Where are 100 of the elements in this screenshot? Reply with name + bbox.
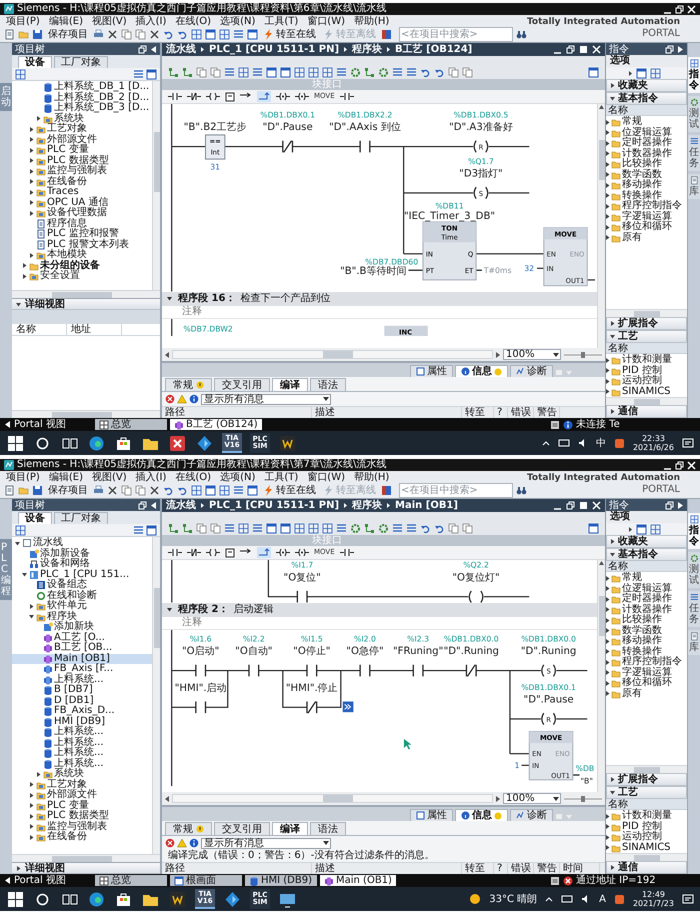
inspector-tab[interactable]: 属性 xyxy=(410,365,453,377)
list-icon[interactable] xyxy=(233,29,244,40)
collapsed-arrow-icon[interactable] xyxy=(28,157,35,164)
tree-item[interactable]: 上料系统_DB_2 [D... xyxy=(12,92,152,103)
breadcrumb-item[interactable]: PLC_1 [CPU 1511-1 PN] xyxy=(209,500,340,511)
instruction-folder[interactable]: 原有 xyxy=(606,688,687,699)
instruction-folder[interactable]: 计数器操作 xyxy=(606,148,687,159)
instruction-folder[interactable]: 字逻辑运算 xyxy=(606,668,687,678)
window-icon[interactable] xyxy=(280,522,291,534)
tree-item[interactable]: 监控与强制表 xyxy=(12,822,152,832)
section-header[interactable]: 收藏夹 xyxy=(606,79,687,92)
up-arrow-icon[interactable] xyxy=(598,560,605,566)
instruction-folder[interactable]: 移位和循环 xyxy=(606,678,687,688)
section-header[interactable]: 工艺 xyxy=(606,786,687,799)
tree-item[interactable]: 外部源文件 xyxy=(12,134,152,145)
tree-item[interactable]: PLC 变量 xyxy=(12,145,152,156)
breadcrumb-item[interactable]: Main [OB1] xyxy=(395,500,458,511)
sun-icon[interactable] xyxy=(469,893,482,905)
chevron-up-icon[interactable] xyxy=(542,440,550,446)
restore-icon[interactable] xyxy=(675,4,684,14)
side-tab[interactable]: 库 xyxy=(688,630,700,655)
save-project-button[interactable]: 保存项目 xyxy=(46,28,90,41)
horizontal-scrollbar[interactable] xyxy=(606,853,687,861)
window-icon[interactable] xyxy=(266,522,277,534)
gear-icon[interactable] xyxy=(350,522,361,534)
portal-view-button[interactable]: Portal 视图 xyxy=(4,875,92,886)
instruction-folder[interactable]: SINAMICS xyxy=(606,842,687,853)
collapse-arrow-icon[interactable] xyxy=(150,44,157,54)
coil-icon[interactable] xyxy=(295,548,309,557)
menu-item[interactable]: 插入(I) xyxy=(136,16,166,26)
section-header[interactable]: 通信 xyxy=(606,405,687,418)
list-icon[interactable] xyxy=(224,66,235,78)
side-tab[interactable]: 指令 xyxy=(688,513,700,549)
window-icon[interactable] xyxy=(247,485,258,496)
side-tab[interactable]: 任务 xyxy=(688,135,700,171)
tree-item[interactable]: 在线备份 xyxy=(12,832,152,842)
tree-item[interactable]: 添加新块 xyxy=(12,622,152,632)
horizontal-scrollbar[interactable] xyxy=(606,765,687,773)
expanded-arrow-icon[interactable] xyxy=(166,606,173,613)
tree-item[interactable]: OPC UA 通信 xyxy=(12,198,152,208)
panel-tab[interactable]: 工厂对象 xyxy=(54,56,108,68)
coil-icon[interactable] xyxy=(276,548,290,557)
message-tab[interactable]: 交叉引用 xyxy=(214,378,270,391)
editor-tab[interactable]: HMI (DB9) xyxy=(245,875,317,886)
instruction-folder[interactable]: 比较操作 xyxy=(606,159,687,170)
dark-app-icon[interactable] xyxy=(168,890,187,908)
copy-icon[interactable] xyxy=(448,66,459,78)
collapsed-arrow-icon[interactable] xyxy=(609,320,616,327)
instruction-folder[interactable]: 程序控制指令 xyxy=(606,657,687,668)
section-header[interactable]: 扩展指令 xyxy=(606,773,687,786)
tree-item[interactable]: A工艺 [O... xyxy=(12,632,152,643)
breadcrumb-item[interactable]: B工艺 [OB124] xyxy=(395,44,472,55)
collapsed-arrow-icon[interactable] xyxy=(28,802,35,810)
restore-icon[interactable] xyxy=(665,44,674,54)
dark-app-icon[interactable] xyxy=(278,434,297,452)
copy-icon[interactable] xyxy=(121,485,132,496)
instruction-folder[interactable]: 程序控制指令 xyxy=(606,201,687,212)
tree-item[interactable]: 上料系统... xyxy=(12,748,152,758)
instruction-folder[interactable]: 计数和测量 xyxy=(606,355,687,366)
contact-icon[interactable] xyxy=(340,92,354,101)
instruction-folder[interactable]: 数学函数 xyxy=(606,626,687,636)
nc-contact-icon[interactable] xyxy=(187,548,201,557)
window-icon[interactable] xyxy=(588,522,599,534)
copy-icon[interactable] xyxy=(196,66,207,78)
cross-icon[interactable] xyxy=(107,29,118,40)
undo-arrow-icon[interactable] xyxy=(177,29,188,40)
input-method-indicator[interactable]: 中 xyxy=(596,438,606,448)
grid-icon[interactable] xyxy=(308,66,319,78)
cross-icon[interactable] xyxy=(107,485,118,496)
zoom-dropdown[interactable]: 100% xyxy=(503,349,561,360)
tree-item[interactable]: 工艺对象 xyxy=(12,780,152,790)
gear-icon[interactable] xyxy=(378,522,389,534)
menu-item[interactable]: 工具(T) xyxy=(264,16,298,26)
inspector-tab[interactable]: 属性 xyxy=(410,809,453,821)
grid-icon[interactable] xyxy=(191,485,202,496)
grid-icon[interactable] xyxy=(650,524,661,534)
collapsed-arrow-icon[interactable] xyxy=(28,792,35,799)
horizontal-scrollbar[interactable] xyxy=(12,290,160,298)
instruction-folder[interactable]: 运动控制 xyxy=(606,832,687,842)
grid-icon[interactable] xyxy=(15,524,26,536)
list-icon[interactable] xyxy=(392,66,403,78)
collapsed-arrow-icon[interactable] xyxy=(28,252,35,259)
vertical-scrollbar[interactable] xyxy=(152,537,160,854)
horizontal-scrollbar[interactable] xyxy=(606,309,687,317)
browser-icon[interactable] xyxy=(87,434,106,452)
instruction-folder[interactable]: 转换操作 xyxy=(606,646,687,657)
menu-item[interactable]: 在线(O) xyxy=(175,472,212,482)
copy-icon[interactable] xyxy=(121,29,132,40)
grid-icon[interactable] xyxy=(322,522,333,534)
split-square-icon[interactable] xyxy=(381,485,392,496)
instruction-folder[interactable]: 运动控制 xyxy=(606,376,687,386)
section-header[interactable]: 详细视图 xyxy=(12,298,160,310)
collapsed-arrow-icon[interactable] xyxy=(28,188,35,196)
menu-item[interactable]: 视图(V) xyxy=(92,16,127,26)
list-icon[interactable] xyxy=(406,66,417,78)
vertical-scrollbar[interactable] xyxy=(152,81,160,290)
tree-item[interactable]: 系统块 xyxy=(12,769,152,780)
tree-item[interactable]: PLC 数据类型 xyxy=(12,156,152,166)
document-icon[interactable] xyxy=(550,420,560,430)
restore-icon[interactable] xyxy=(665,500,674,510)
